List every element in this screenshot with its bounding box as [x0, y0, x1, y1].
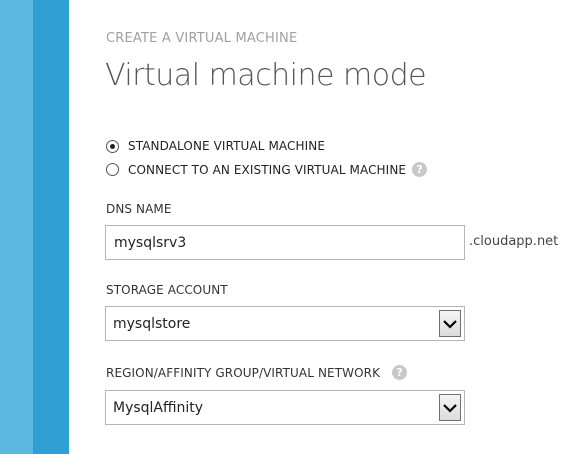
storage-account-select[interactable]: mysqlstore: [105, 306, 465, 341]
region-value: MysqlAffinity: [113, 400, 204, 416]
side-stripe-outer: [0, 0, 33, 454]
radio-checked-icon[interactable]: [106, 139, 119, 153]
radio-connect-existing-label: CONNECT TO AN EXISTING VIRTUAL MACHINE: [128, 162, 407, 177]
breadcrumb: CREATE A VIRTUAL MACHINE: [106, 31, 298, 46]
region-label: REGION/AFFINITY GROUP/VIRTUAL NETWORK ?: [106, 365, 408, 380]
page-title: Virtual machine mode: [105, 58, 427, 93]
dns-suffix: .cloudapp.net: [469, 234, 559, 249]
radio-standalone-label: STANDALONE VIRTUAL MACHINE: [128, 139, 326, 153]
region-select[interactable]: MysqlAffinity: [105, 390, 465, 425]
help-icon[interactable]: ?: [392, 365, 408, 380]
storage-account-label: STORAGE ACCOUNT: [106, 283, 228, 297]
region-label-text: REGION/AFFINITY GROUP/VIRTUAL NETWORK: [106, 365, 381, 380]
chevron-down-icon[interactable]: [439, 394, 461, 421]
radio-connect-existing[interactable]: CONNECT TO AN EXISTING VIRTUAL MACHINE ?: [106, 162, 428, 177]
radio-standalone[interactable]: STANDALONE VIRTUAL MACHINE: [106, 139, 325, 153]
storage-account-label-text: STORAGE ACCOUNT: [106, 283, 228, 297]
chevron-down-icon[interactable]: [439, 310, 461, 337]
dns-name-label: DNS NAME: [106, 202, 172, 216]
side-stripe-inner: [33, 0, 69, 454]
dns-name-input[interactable]: [105, 225, 465, 260]
dns-name-label-text: DNS NAME: [106, 202, 172, 216]
radio-unchecked-icon[interactable]: [106, 163, 119, 176]
help-icon[interactable]: ?: [412, 162, 428, 177]
storage-account-value: mysqlstore: [113, 316, 191, 332]
